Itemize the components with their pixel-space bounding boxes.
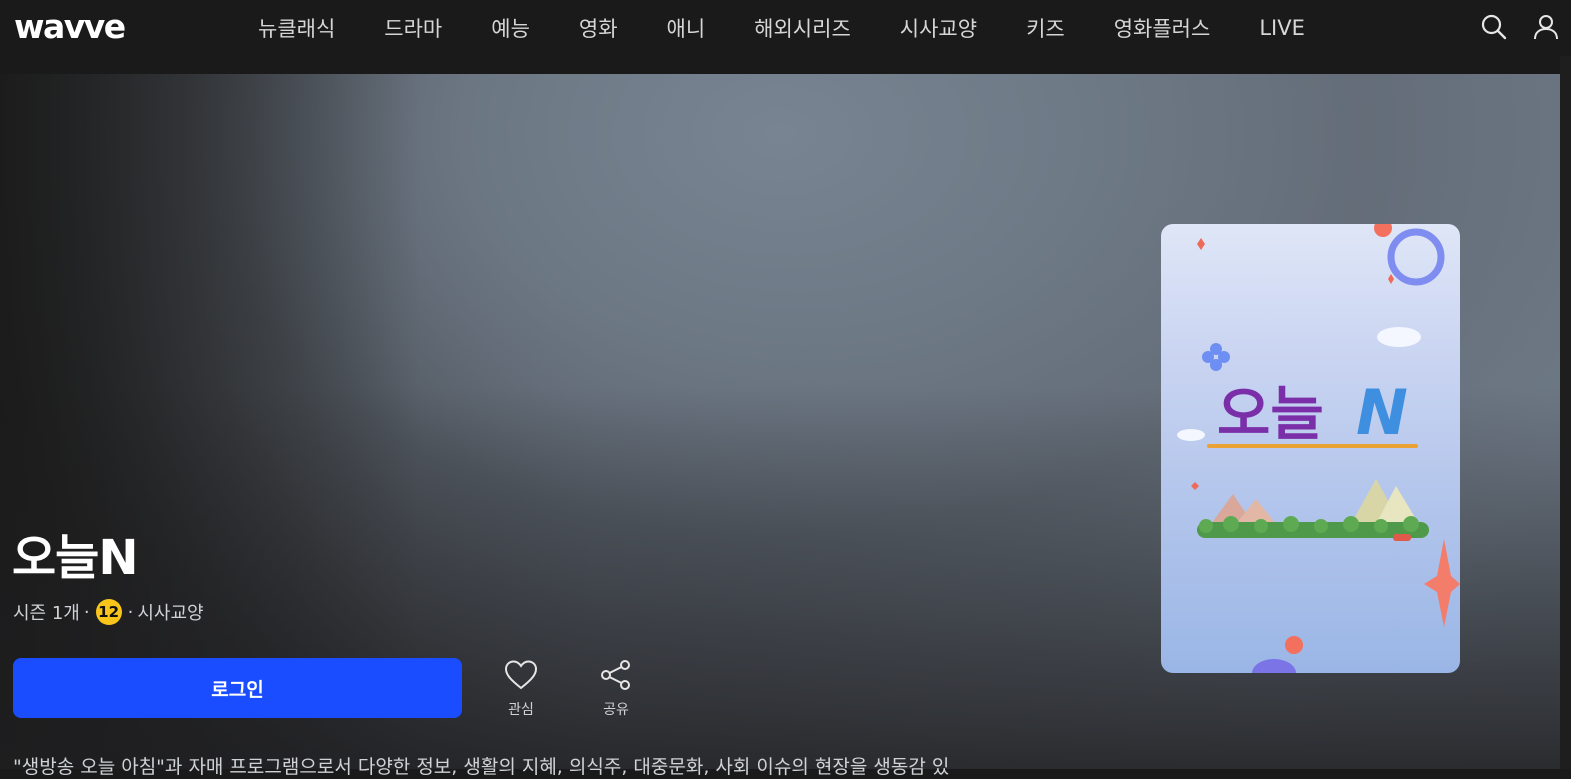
meta-separator: · [83,601,90,623]
login-button[interactable]: 로그인 [13,658,462,718]
top-header: wavve 뉴클래식 드라마 예능 영화 애니 해외시리즈 시사교양 키즈 영화… [0,0,1571,56]
wavve-logo[interactable]: wavve [14,7,126,46]
nav-item-variety[interactable]: 예능 [491,13,530,43]
nav-item-movie-plus[interactable]: 영화플러스 [1114,13,1211,43]
program-title: 오늘N [12,530,138,586]
nav-item-documentary[interactable]: 시사교양 [900,13,977,43]
like-button[interactable]: 관심 [491,659,551,719]
like-label: 관심 [508,702,534,718]
search-icon [1481,14,1507,40]
search-button[interactable] [1479,12,1509,42]
genre-label: 시사교양 [137,603,204,624]
age-rating-badge: 12 [95,599,122,625]
user-icon [1534,15,1558,40]
nav-item-foreign-series[interactable]: 해외시리즈 [754,13,851,43]
program-description: "생방송 오늘 아침"과 자매 프로그램으로서 다양한 정보, 생활의 지혜, … [13,756,950,778]
poster-artwork: 오늘 N [1177,224,1460,673]
meta-separator: · [127,601,134,623]
share-icon [601,660,630,690]
heart-icon [504,660,538,690]
nav-item-new-classic[interactable]: 뉴클래식 [258,13,335,43]
program-poster: 오늘 N [1161,224,1460,673]
page-scrollbar[interactable] [1560,56,1571,769]
share-button[interactable]: 공유 [586,659,646,719]
nav-item-drama[interactable]: 드라마 [384,13,442,43]
nav-item-movie[interactable]: 영화 [579,13,618,43]
nav-item-kids[interactable]: 키즈 [1026,13,1065,43]
program-meta: 시즌 1개 · 12 · 시사교양 [13,599,204,625]
share-label: 공유 [603,702,629,718]
main-nav: 뉴클래식 드라마 예능 영화 애니 해외시리즈 시사교양 키즈 영화플러스 LI… [258,0,1354,56]
season-count: 시즌 1개 [13,603,80,624]
poster-logo-text: 오늘 [1217,380,1324,448]
nav-item-live[interactable]: LIVE [1259,16,1305,40]
nav-item-anime[interactable]: 애니 [667,13,706,43]
profile-button[interactable] [1531,12,1561,42]
poster-logo-accent: N [1356,376,1408,449]
